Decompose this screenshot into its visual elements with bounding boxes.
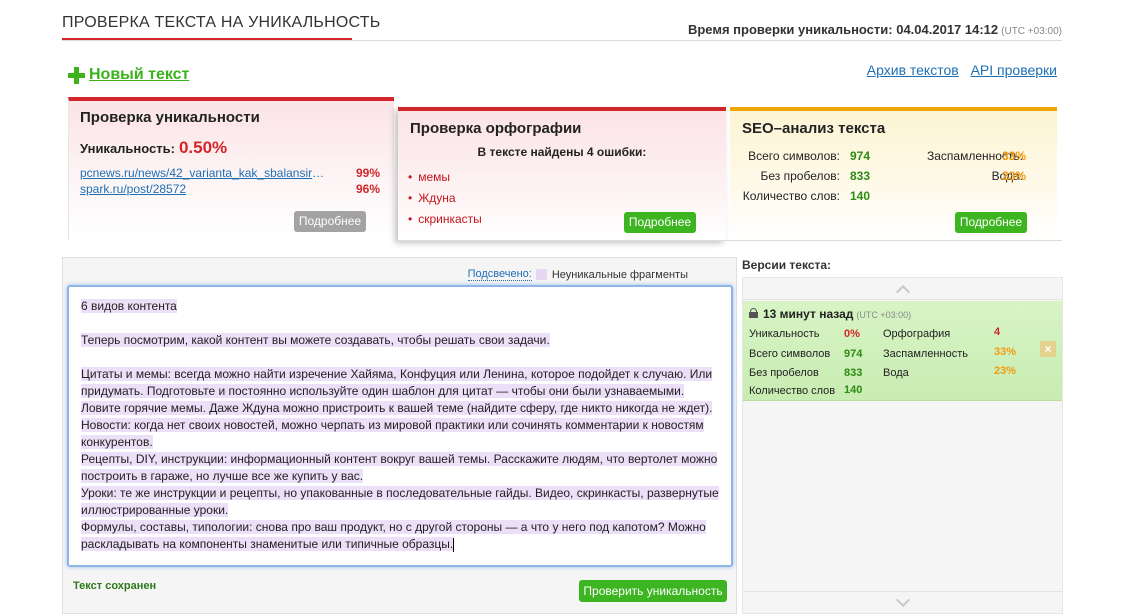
page-title: ПРОВЕРКА ТЕКСТА НА УНИКАЛЬНОСТЬ — [62, 14, 381, 31]
version-spam: 33% — [994, 346, 1017, 358]
check-time-label: Время проверки уникальности: 04.04.2017 … — [687, 22, 999, 37]
text-line: Новости: когда нет своих новостей, можно… — [81, 418, 704, 449]
source-row: pcnews.ru/news/42_varianta_kak_sbalansir… — [80, 166, 380, 180]
seo-total-chars-label: Всего символов: — [748, 149, 840, 163]
text-line: Рецепты, DIY, инструкции: информационный… — [81, 452, 718, 483]
source-row: spark.ru/post/28572 96% — [80, 182, 380, 196]
spelling-errors-list: мемы Ждуна скринкасты — [408, 170, 482, 233]
editor-panel: Подсвечено: Неуникальные фрагменты 6 вид… — [62, 257, 737, 614]
close-icon[interactable]: × — [1040, 341, 1056, 357]
version-no-spaces-label: Без пробелов — [749, 367, 819, 379]
text-line: Ловите горячие мемы. Даже Ждуна можно пр… — [81, 401, 713, 415]
spelling-card: Проверка орфографии В тексте найдены 4 о… — [398, 107, 726, 240]
version-total-chars: 974 — [844, 348, 863, 360]
plus-icon — [68, 66, 85, 84]
highlight-legend: Подсвечено: Неуникальные фрагменты — [467, 268, 688, 281]
new-text-link[interactable]: Новый текст — [68, 66, 189, 84]
seo-left-values: 974 833 140 — [850, 149, 890, 209]
versions-panel: 13 минут назад (UTC +03:00) Уникальность … — [742, 277, 1063, 614]
lock-icon — [749, 308, 758, 318]
api-link[interactable]: API проверки — [971, 62, 1057, 78]
seo-no-spaces: 833 — [850, 169, 871, 183]
version-water-label: Вода — [883, 367, 909, 379]
uniqueness-card: Проверка уникальности Уникальность: 0.50%… — [68, 97, 394, 240]
spelling-error: мемы — [408, 170, 482, 191]
version-uniqueness-label: Уникальность — [749, 328, 820, 340]
uniqueness-more-button[interactable]: Подробнее — [294, 211, 366, 232]
seo-left-labels: Всего символов: Без пробелов: Количество… — [730, 149, 840, 209]
seo-spam: 33% — [1002, 149, 1027, 163]
version-words-label: Количество слов — [749, 385, 836, 397]
archive-link[interactable]: Архив текстов — [867, 62, 959, 78]
spelling-card-title: Проверка орфографии — [410, 120, 582, 137]
text-line: Теперь посмотрим, какой контент вы может… — [81, 333, 550, 347]
source-link[interactable]: pcnews.ru/news/42_varianta_kak_sbalansir… — [80, 166, 330, 180]
spelling-error: скринкасты — [408, 212, 482, 233]
spelling-error: Ждуна — [408, 191, 482, 212]
spelling-found-text: В тексте найдены 4 ошибки: — [477, 145, 647, 159]
scroll-down-button[interactable] — [743, 591, 1062, 613]
versions-title: Версии текста: — [742, 258, 832, 272]
seo-card: SEO–анализ текста Всего символов: Без пр… — [730, 107, 1057, 240]
version-total-chars-label: Всего символов — [749, 348, 831, 360]
seo-words: 140 — [850, 189, 871, 203]
seo-words-label: Количество слов: — [742, 189, 840, 203]
version-time: 13 минут назад (UTC +03:00) — [763, 307, 911, 321]
version-spelling-label: Орфография — [883, 328, 951, 340]
version-time-label: 13 минут назад — [763, 307, 854, 321]
uniqueness-card-title: Проверка уникальности — [80, 109, 260, 126]
highlight-legend-text: Неуникальные фрагменты — [551, 268, 688, 281]
text-editor[interactable]: 6 видов контента Теперь посмотрим, какой… — [67, 285, 733, 567]
version-spam-label: Заспамленность — [883, 348, 968, 360]
text-line: 6 видов контента — [81, 299, 177, 313]
seo-total-chars: 974 — [850, 149, 871, 163]
text-line: Цитаты и мемы: всегда можно найти изрече… — [81, 367, 713, 398]
version-uniqueness: 0% — [844, 328, 860, 340]
source-percent: 96% — [355, 182, 380, 196]
chevron-down-icon — [895, 592, 910, 607]
version-time-tz: (UTC +03:00) — [856, 310, 912, 320]
check-uniqueness-button[interactable]: Проверить уникальность — [579, 580, 727, 602]
text-line: Формулы, составы, типологии: снова про в… — [81, 520, 706, 551]
scroll-up-button[interactable] — [743, 278, 1062, 300]
seo-no-spaces-label: Без пробелов: — [760, 169, 841, 183]
header-divider — [62, 40, 1062, 41]
seo-right-values: 33% 23% — [1002, 149, 1042, 189]
version-water: 23% — [994, 365, 1017, 377]
text-caret — [453, 537, 455, 552]
check-time-tz: (UTC +03:00) — [1001, 26, 1062, 37]
top-links: Архив текстов API проверки — [859, 62, 1057, 78]
cards-divider — [394, 240, 1062, 241]
uniqueness-line: Уникальность: 0.50% — [80, 138, 227, 158]
uniqueness-label: Уникальность: — [80, 141, 175, 156]
new-text-label[interactable]: Новый текст — [89, 66, 189, 84]
seo-card-title: SEO–анализ текста — [742, 120, 886, 137]
version-item[interactable]: 13 минут назад (UTC +03:00) Уникальность … — [743, 301, 1062, 401]
seo-water: 23% — [1002, 169, 1027, 183]
uniqueness-value: 0.50% — [178, 138, 228, 157]
highlight-swatch — [535, 269, 547, 280]
source-link[interactable]: spark.ru/post/28572 — [80, 182, 330, 196]
text-line: Уроки: те же инструкции и рецепты, но уп… — [81, 486, 719, 517]
check-time: Время проверки уникальности: 04.04.2017 … — [688, 22, 1062, 37]
version-no-spaces: 833 — [844, 367, 863, 379]
saved-status: Текст сохранен — [73, 580, 157, 592]
version-words: 140 — [844, 384, 863, 396]
highlight-legend-link[interactable]: Подсвечено: — [467, 268, 532, 281]
spelling-more-button[interactable]: Подробнее — [624, 212, 696, 233]
chevron-up-icon — [895, 284, 910, 299]
version-spelling: 4 — [994, 326, 1001, 338]
source-percent: 99% — [355, 166, 380, 180]
seo-more-button[interactable]: Подробнее — [955, 212, 1027, 233]
